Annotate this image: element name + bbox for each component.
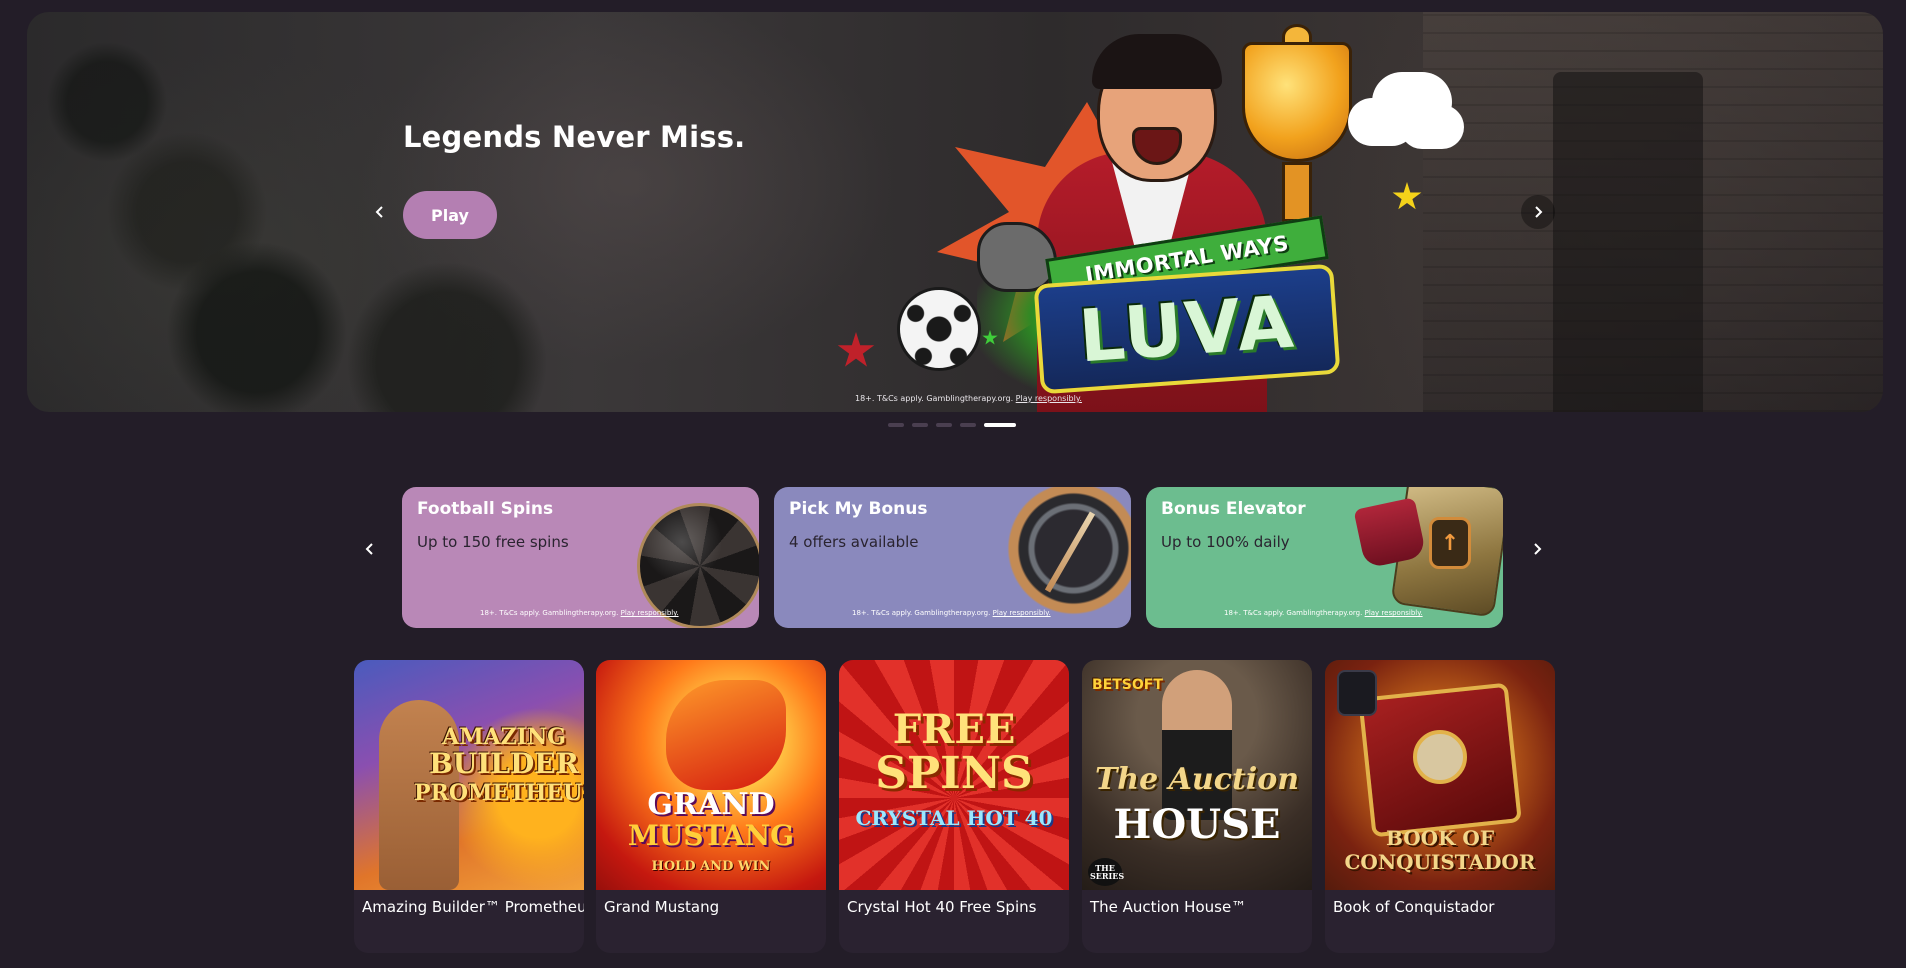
promo-title: Bonus Elevator [1161,499,1306,519]
game-tile[interactable]: FREE SPINS CRYSTAL HOT 40 Crystal Hot 40… [839,660,1069,953]
book-medallion [1413,730,1467,784]
series-badge: THE SERIES [1088,858,1124,886]
promo-title: Pick My Bonus [789,499,928,519]
chevron-right-icon [1534,543,1542,555]
provider-logo-icon [1337,670,1377,716]
promos-next-arrow[interactable] [1520,532,1554,566]
game-art-title-line: CRYSTAL HOT 40 [855,806,1053,830]
game-tile[interactable]: GRAND MUSTANG HOLD AND WIN Grand Mustang [596,660,826,953]
promo-subtitle: Up to 150 free spins [417,533,569,551]
game-thumbnail: BETSOFT The Auction HOUSE THE SERIES [1082,660,1312,890]
provider-logo: BETSOFT [1092,677,1163,693]
game-art-title-line: GRAND [647,787,775,822]
game-title: Book of Conquistador [1333,898,1495,916]
game-thumbnail: AMAZING BUILDER PROMETHEUS [354,660,584,890]
pagination-dot-3[interactable] [936,423,952,427]
promo-subtitle: 4 offers available [789,533,919,551]
promo-card-pick-my-bonus[interactable]: Pick My Bonus 4 offers available 18+. T&… [774,487,1131,628]
hero-prev-arrow[interactable] [363,195,397,229]
game-tile[interactable]: BOOK OF CONQUISTADOR Book of Conquistado… [1325,660,1555,953]
hero-next-arrow[interactable] [1521,195,1555,229]
red-star-icon [837,332,875,367]
promo-terms-label: 18+. T&Cs apply. Gamblingtherapy.org. [1224,609,1363,617]
hero-pagination [888,423,1016,427]
chevron-left-icon [375,206,383,218]
pagination-dot-4[interactable] [960,423,976,427]
promo-terms-label: 18+. T&Cs apply. Gamblingtherapy.org. [852,609,991,617]
game-title: The Auction House™ [1090,898,1247,916]
game-art-title-line: HOLD AND WIN [651,859,771,874]
game-art-title-line: SPINS [875,748,1033,799]
promo-terms-text: 18+. T&Cs apply. Gamblingtherapy.org. Pl… [1224,609,1423,617]
promo-terms-text: 18+. T&Cs apply. Gamblingtherapy.org. Pl… [852,609,1051,617]
hero-play-button[interactable]: Play [403,191,497,239]
game-art-title-line: HOUSE [1113,801,1281,848]
horse-head [666,680,786,790]
auctioneer-figure [1162,670,1232,820]
hero-responsible-link[interactable]: Play responsibly. [1016,394,1082,403]
game-art-title-line: FREE [892,706,1016,753]
pagination-dot-5[interactable] [984,423,1016,427]
promo-responsible-link[interactable]: Play responsibly. [993,609,1051,617]
game-thumbnail: GRAND MUSTANG HOLD AND WIN [596,660,826,890]
yellow-star-icon [1392,182,1422,210]
pagination-dot-1[interactable] [888,423,904,427]
game-art-title-line: AMAZING [442,724,566,750]
game-art-title-line: BOOK OF [1385,826,1495,850]
hero-background-door [1553,72,1703,412]
game-art-title-line: BUILDER [429,747,579,780]
trophy-icon [1242,42,1352,162]
promo-card-bonus-elevator[interactable]: ↑ Bonus Elevator Up to 100% daily 18+. T… [1146,487,1503,628]
promo-subtitle: Up to 100% daily [1161,533,1290,551]
football-icon [897,287,981,371]
game-art-title-line: PROMETHEUS [414,780,584,806]
character-hair [1092,34,1222,89]
game-tile[interactable]: AMAZING BUILDER PROMETHEUS Amazing Build… [354,660,584,953]
promos-prev-arrow[interactable] [353,532,387,566]
game-art-title-line: MUSTANG [627,819,795,852]
trophy-stem [1282,162,1312,222]
promo-responsible-link[interactable]: Play responsibly. [621,609,679,617]
cloud-shape [1372,72,1452,132]
hero-banner[interactable]: Legends Never Miss. Play IMMORTAL WAYS L… [27,12,1883,412]
game-title: Crystal Hot 40 Free Spins [847,898,1037,916]
game-title: Grand Mustang [604,898,720,916]
promo-responsible-link[interactable]: Play responsibly. [1365,609,1423,617]
game-logo: LUVA [1033,263,1341,395]
promo-terms-text: 18+. T&Cs apply. Gamblingtherapy.org. Pl… [480,609,679,617]
promo-title: Football Spins [417,499,554,519]
game-tile[interactable]: BETSOFT The Auction HOUSE THE SERIES The… [1082,660,1312,953]
promo-terms-label: 18+. T&Cs apply. Gamblingtherapy.org. [480,609,619,617]
up-arrow-icon: ↑ [1429,517,1471,569]
hero-terms-text: 18+. T&Cs apply. Gamblingtherapy.org. Pl… [855,394,1082,403]
pagination-dot-2[interactable] [912,423,928,427]
game-thumbnail: BOOK OF CONQUISTADOR [1325,660,1555,890]
game-art-title-line: The Auction [1094,762,1300,797]
hero-title: Legends Never Miss. [403,120,746,154]
chevron-left-icon [365,543,373,555]
hero-terms-label: 18+. T&Cs apply. Gamblingtherapy.org. [855,394,1014,403]
pointing-glove [977,222,1057,292]
game-thumbnail: FREE SPINS CRYSTAL HOT 40 [839,660,1069,890]
hero-game-art[interactable]: IMMORTAL WAYS LUVA [807,12,1487,412]
chevron-right-icon [1535,206,1543,218]
game-title: Amazing Builder™ Prometheus [362,898,584,916]
promo-card-football-spins[interactable]: Football Spins Up to 150 free spins 18+.… [402,487,759,628]
game-art-title-line: CONQUISTADOR [1344,850,1536,874]
